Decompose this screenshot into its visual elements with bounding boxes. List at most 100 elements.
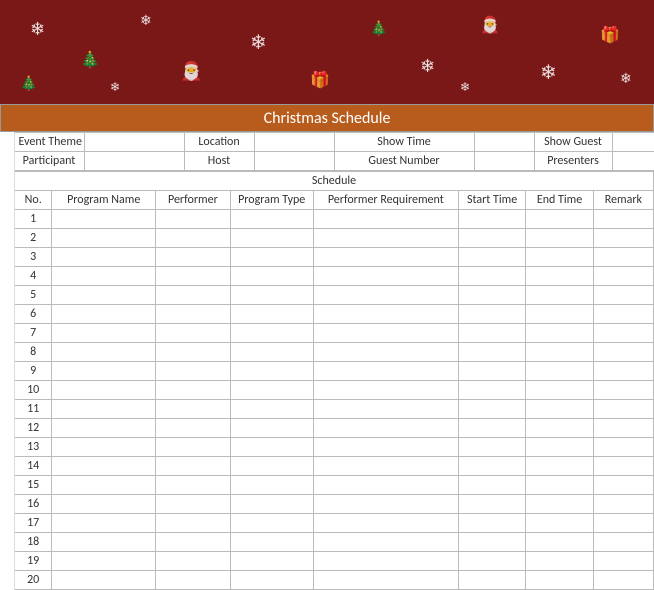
show-time-value[interactable] [474,133,534,152]
cell-no[interactable]: 6 [15,305,52,324]
cell-start-time[interactable] [458,210,525,229]
cell-program-type[interactable] [230,571,313,590]
cell-no[interactable]: 16 [15,495,52,514]
cell-remark[interactable] [593,533,653,552]
participant-value[interactable] [84,152,184,171]
cell-no[interactable]: 12 [15,419,52,438]
cell-performer[interactable] [156,210,231,229]
cell-performer[interactable] [156,552,231,571]
cell-performer-requirement[interactable] [313,381,458,400]
cell-program-type[interactable] [230,381,313,400]
cell-end-time[interactable] [526,362,593,381]
cell-program-name[interactable] [52,400,156,419]
cell-performer[interactable] [156,267,231,286]
cell-no[interactable]: 4 [15,267,52,286]
cell-program-type[interactable] [230,267,313,286]
cell-no[interactable]: 11 [15,400,52,419]
cell-performer-requirement[interactable] [313,552,458,571]
cell-program-name[interactable] [52,305,156,324]
cell-remark[interactable] [593,457,653,476]
cell-performer-requirement[interactable] [313,400,458,419]
cell-program-name[interactable] [52,571,156,590]
cell-program-name[interactable] [52,552,156,571]
cell-remark[interactable] [593,400,653,419]
cell-no[interactable]: 9 [15,362,52,381]
cell-end-time[interactable] [526,248,593,267]
cell-program-name[interactable] [52,514,156,533]
cell-program-name[interactable] [52,381,156,400]
cell-program-name[interactable] [52,457,156,476]
cell-start-time[interactable] [458,571,525,590]
cell-end-time[interactable] [526,495,593,514]
cell-remark[interactable] [593,571,653,590]
cell-performer-requirement[interactable] [313,286,458,305]
cell-performer[interactable] [156,533,231,552]
cell-no[interactable]: 7 [15,324,52,343]
cell-program-type[interactable] [230,419,313,438]
presenters-value[interactable] [612,152,654,171]
cell-program-type[interactable] [230,229,313,248]
cell-start-time[interactable] [458,400,525,419]
cell-performer-requirement[interactable] [313,476,458,495]
cell-program-name[interactable] [52,210,156,229]
cell-program-name[interactable] [52,438,156,457]
cell-start-time[interactable] [458,362,525,381]
cell-start-time[interactable] [458,229,525,248]
cell-end-time[interactable] [526,571,593,590]
cell-performer-requirement[interactable] [313,229,458,248]
cell-performer[interactable] [156,514,231,533]
cell-program-name[interactable] [52,362,156,381]
cell-performer-requirement[interactable] [313,343,458,362]
cell-program-type[interactable] [230,210,313,229]
show-guest-value[interactable] [612,133,654,152]
cell-start-time[interactable] [458,533,525,552]
cell-performer[interactable] [156,248,231,267]
cell-program-type[interactable] [230,476,313,495]
cell-program-type[interactable] [230,533,313,552]
cell-performer-requirement[interactable] [313,419,458,438]
cell-remark[interactable] [593,514,653,533]
cell-program-type[interactable] [230,457,313,476]
cell-remark[interactable] [593,495,653,514]
cell-start-time[interactable] [458,324,525,343]
cell-end-time[interactable] [526,381,593,400]
cell-performer[interactable] [156,286,231,305]
cell-program-type[interactable] [230,343,313,362]
cell-program-type[interactable] [230,495,313,514]
cell-program-type[interactable] [230,514,313,533]
cell-start-time[interactable] [458,514,525,533]
cell-program-name[interactable] [52,267,156,286]
cell-no[interactable]: 5 [15,286,52,305]
cell-no[interactable]: 19 [15,552,52,571]
cell-remark[interactable] [593,267,653,286]
cell-remark[interactable] [593,343,653,362]
cell-performer-requirement[interactable] [313,324,458,343]
cell-start-time[interactable] [458,476,525,495]
cell-start-time[interactable] [458,267,525,286]
cell-program-name[interactable] [52,229,156,248]
cell-performer-requirement[interactable] [313,362,458,381]
cell-no[interactable]: 2 [15,229,52,248]
cell-program-name[interactable] [52,248,156,267]
cell-program-name[interactable] [52,476,156,495]
cell-no[interactable]: 14 [15,457,52,476]
cell-performer-requirement[interactable] [313,248,458,267]
cell-end-time[interactable] [526,552,593,571]
cell-performer-requirement[interactable] [313,571,458,590]
cell-performer-requirement[interactable] [313,495,458,514]
cell-end-time[interactable] [526,229,593,248]
cell-program-name[interactable] [52,343,156,362]
cell-start-time[interactable] [458,286,525,305]
cell-no[interactable]: 20 [15,571,52,590]
cell-program-name[interactable] [52,324,156,343]
cell-performer[interactable] [156,457,231,476]
cell-program-type[interactable] [230,438,313,457]
location-value[interactable] [254,133,334,152]
cell-remark[interactable] [593,476,653,495]
cell-start-time[interactable] [458,495,525,514]
cell-no[interactable]: 8 [15,343,52,362]
cell-remark[interactable] [593,324,653,343]
cell-end-time[interactable] [526,286,593,305]
cell-performer[interactable] [156,571,231,590]
cell-end-time[interactable] [526,457,593,476]
